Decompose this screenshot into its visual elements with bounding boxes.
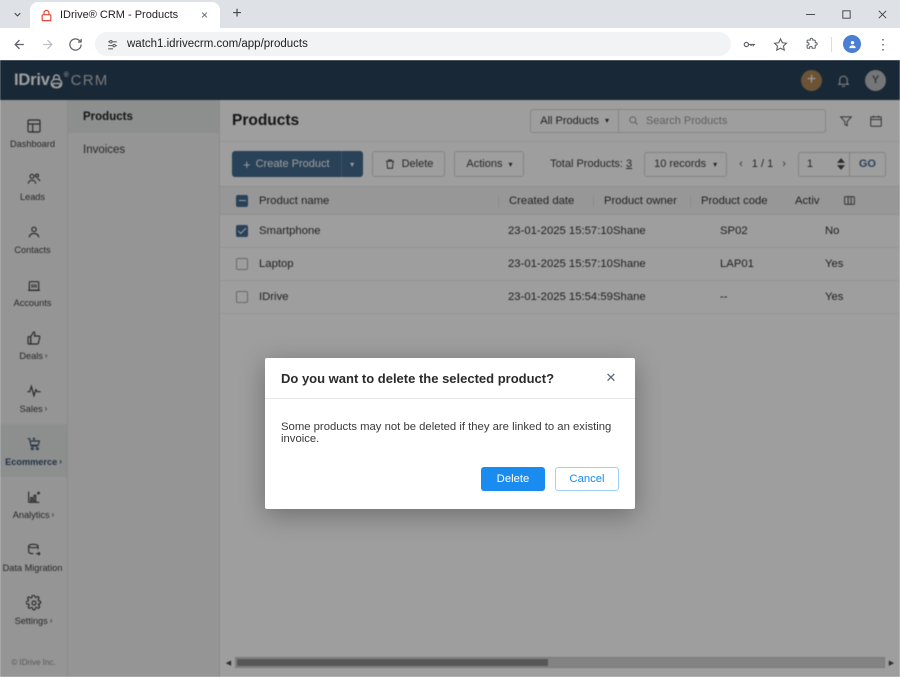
browser-toolbar: watch1.idrivecrm.com/app/products ⋮: [0, 28, 900, 60]
modal-delete-button[interactable]: Delete: [481, 467, 545, 491]
delete-confirmation-dialog: Do you want to delete the selected produ…: [265, 358, 635, 509]
forward-button[interactable]: [34, 31, 60, 57]
modal-title: Do you want to delete the selected produ…: [281, 371, 554, 386]
star-icon[interactable]: [769, 33, 791, 55]
extensions-puzzle-icon[interactable]: [800, 33, 822, 55]
web-app: IDriv ® CRM +: [0, 60, 900, 677]
window-controls: [792, 0, 900, 28]
browser-window: IDrive® CRM - Products × +: [0, 0, 900, 677]
modal-header: Do you want to delete the selected produ…: [265, 358, 635, 399]
tab-title: IDrive® CRM - Products: [60, 9, 190, 21]
tab-strip: IDrive® CRM - Products × +: [0, 0, 900, 28]
toolbar-icons: ⋮: [738, 33, 894, 55]
url-text: watch1.idrivecrm.com/app/products: [127, 38, 721, 50]
profile-avatar[interactable]: [841, 33, 863, 55]
site-settings-icon[interactable]: [105, 37, 119, 51]
tab-search-chevron-icon[interactable]: [4, 1, 30, 27]
browser-menu-icon[interactable]: ⋮: [872, 33, 894, 55]
address-bar[interactable]: watch1.idrivecrm.com/app/products: [95, 32, 731, 56]
new-tab-button[interactable]: +: [224, 1, 250, 27]
idrive-lock-favicon: [40, 9, 53, 22]
avatar-circle: [843, 35, 861, 53]
modal-layer: Do you want to delete the selected produ…: [0, 60, 900, 677]
reload-button[interactable]: [62, 31, 88, 57]
modal-message: Some products may not be deleted if they…: [265, 399, 635, 467]
toolbar-divider: [831, 37, 832, 52]
modal-cancel-button[interactable]: Cancel: [555, 467, 619, 491]
close-window-button[interactable]: [864, 0, 900, 28]
browser-tab[interactable]: IDrive® CRM - Products ×: [30, 2, 220, 28]
key-icon[interactable]: [738, 33, 760, 55]
modal-footer: Delete Cancel: [265, 467, 635, 509]
close-icon[interactable]: ✕: [603, 370, 619, 386]
maximize-button[interactable]: [828, 0, 864, 28]
close-icon[interactable]: ×: [197, 8, 212, 23]
back-button[interactable]: [6, 31, 32, 57]
minimize-button[interactable]: [792, 0, 828, 28]
